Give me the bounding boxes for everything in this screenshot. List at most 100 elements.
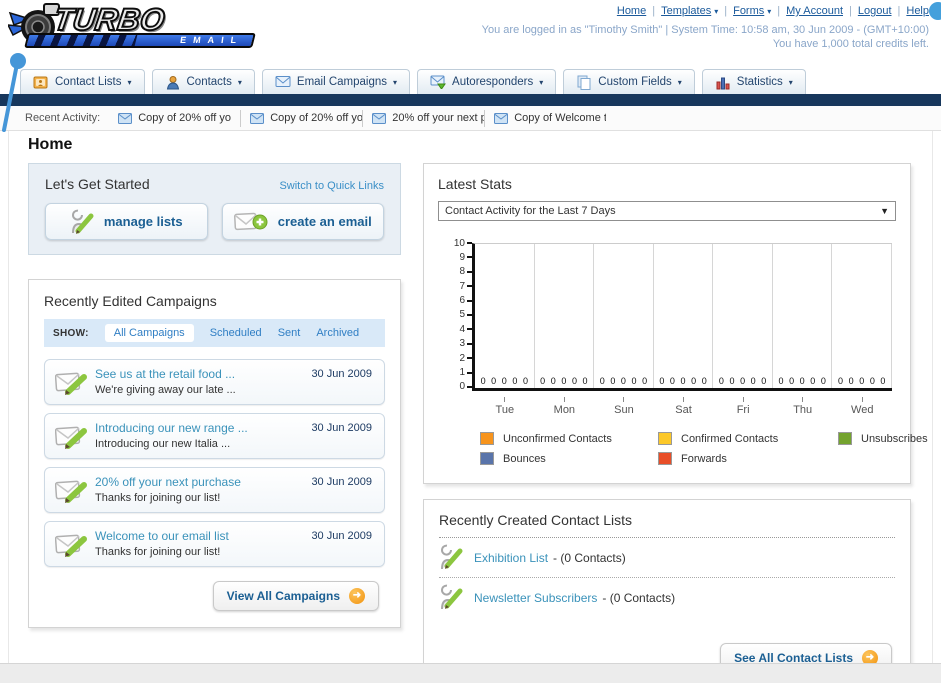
chevron-down-icon: ▼ <box>880 206 889 216</box>
envelope-icon <box>494 112 509 124</box>
recent-activity-item[interactable]: Copy of 20% off yo <box>240 109 362 127</box>
tab-email-campaigns[interactable]: Email Campaigns ▾ <box>261 69 411 94</box>
latest-stats-panel: Latest Stats Contact Activity for the La… <box>423 163 928 484</box>
arrow-right-icon: ➜ <box>349 588 365 604</box>
chart-y-axis: 10 9 8 7 6 5 4 3 2 1 0 <box>446 238 472 392</box>
recent-activity-item[interactable]: Copy of Welcome to <box>484 109 606 127</box>
top-link-my-account[interactable]: My Account <box>786 5 843 17</box>
logo-bar: EMAIL <box>24 33 256 48</box>
legend-swatch <box>480 432 494 445</box>
view-all-campaigns-button[interactable]: View All Campaigns ➜ <box>212 581 379 611</box>
campaign-row[interactable]: See us at the retail food ... We're givi… <box>44 359 385 405</box>
chart-y-tick: 10 <box>446 238 472 249</box>
contact-list-row[interactable]: Exhibition List - (0 Contacts) <box>439 538 895 577</box>
tab-custom-fields[interactable]: Custom Fields ▾ <box>563 69 695 94</box>
footer-strip <box>0 663 941 683</box>
tab-contacts[interactable]: Contacts ▾ <box>151 69 255 94</box>
envelope-pencil-icon <box>54 423 87 455</box>
stats-dropdown-value: Contact Activity for the Last 7 Days <box>445 205 616 217</box>
campaign-row[interactable]: Welcome to our email list Thanks for joi… <box>44 521 385 567</box>
campaign-row[interactable]: 20% off your next purchase Thanks for jo… <box>44 467 385 513</box>
contacts-icon <box>165 75 181 90</box>
campaign-subtitle: Thanks for joining our list! <box>95 546 221 558</box>
filter-all-campaigns[interactable]: All Campaigns <box>104 324 194 342</box>
tab-label: Contacts <box>186 76 232 88</box>
tab-autoresponders[interactable]: Autoresponders ▾ <box>417 69 557 94</box>
chart-x-label: Thu <box>773 397 833 416</box>
recently-created-contact-lists-panel: Recently Created Contact Lists Exhibitio… <box>423 499 911 663</box>
chart-day-group: 00000 <box>773 244 833 388</box>
stats-dropdown[interactable]: Contact Activity for the Last 7 Days ▼ <box>438 201 896 221</box>
filter-sent[interactable]: Sent <box>278 327 301 339</box>
campaign-date: 30 Jun 2009 <box>311 422 372 434</box>
chart-value-label: 0 <box>571 376 577 386</box>
tab-statistics[interactable]: Statistics ▾ <box>701 69 806 94</box>
chart-value-label: 0 <box>718 376 724 386</box>
chart-value-label: 0 <box>848 376 854 386</box>
top-nav: Home | Templates ▾ | Forms ▾ | My Account | Logout… <box>482 5 929 17</box>
recent-activity-bar: Recent Activity: Copy of 20% off yo Copy… <box>0 106 941 131</box>
top-link-templates[interactable]: Templates ▾ <box>661 5 718 17</box>
chart-value-label: 0 <box>799 376 805 386</box>
filter-archived[interactable]: Archived <box>316 327 359 339</box>
tab-contact-lists[interactable]: Contact Lists ▾ <box>20 69 145 94</box>
login-line2: You have 1,000 total credits left. <box>772 38 929 50</box>
legend-swatch <box>658 452 672 465</box>
top-link-help[interactable]: Help <box>906 5 929 17</box>
login-info: You are logged in as "Timothy Smith" | S… <box>482 23 929 51</box>
email-campaigns-icon <box>275 75 291 90</box>
chart-y-tick: 4 <box>446 324 472 335</box>
campaign-date: 30 Jun 2009 <box>311 530 372 542</box>
chart-x-label: Tue <box>475 397 535 416</box>
legend-swatch <box>838 432 852 445</box>
chart-value-label: 0 <box>680 376 686 386</box>
chart-value-label: 0 <box>631 376 637 386</box>
chart-value-label: 0 <box>582 376 588 386</box>
chart-day-group: 00000 <box>832 244 893 388</box>
chart-day-group: 00000 <box>654 244 714 388</box>
logo-subtitle: EMAIL <box>179 35 244 45</box>
filter-scheduled[interactable]: Scheduled <box>210 327 262 339</box>
tab-label: Custom Fields <box>598 76 672 88</box>
chart-value-label: 0 <box>810 376 816 386</box>
statistics-icon <box>715 75 731 90</box>
chart-value-label: 0 <box>701 376 707 386</box>
tab-label: Autoresponders <box>452 76 534 88</box>
contact-list-row[interactable]: Newsletter Subscribers - (0 Contacts) <box>439 578 895 617</box>
chart-value-label: 0 <box>838 376 844 386</box>
chart-day-group: 00000 <box>594 244 654 388</box>
create-email-button[interactable]: create an email <box>221 203 384 240</box>
legend-label: Forwards <box>681 452 727 465</box>
recent-activity-item[interactable]: 20% off your next p <box>362 109 484 127</box>
envelope-icon <box>118 112 133 124</box>
chart-y-tick: 6 <box>446 295 472 306</box>
recent-activity-item[interactable]: Copy of 20% off yo <box>118 110 240 127</box>
top-link-forms[interactable]: Forms ▾ <box>733 5 771 17</box>
contact-list-link[interactable]: Newsletter Subscribers <box>474 591 597 605</box>
chevron-down-icon: ▾ <box>393 77 398 87</box>
campaign-row[interactable]: Introducing our new range ... Introducin… <box>44 413 385 459</box>
legend-swatch <box>480 452 494 465</box>
manage-lists-button[interactable]: manage lists <box>45 203 208 240</box>
activity-item-label: Copy of 20% off yo <box>138 112 231 124</box>
switch-quick-links-link[interactable]: Switch to Quick Links <box>279 180 384 192</box>
chart-value-label: 0 <box>669 376 675 386</box>
legend-swatch <box>658 432 672 445</box>
see-all-contact-lists-button[interactable]: See All Contact Lists ➜ <box>720 643 892 663</box>
separator: | <box>897 5 901 17</box>
create-email-label: create an email <box>277 214 372 229</box>
annotation-dot <box>929 2 941 20</box>
chart-value-label: 0 <box>620 376 626 386</box>
legend-label: Bounces <box>503 452 546 465</box>
top-link-home[interactable]: Home <box>617 5 646 17</box>
page-title: Home <box>28 136 73 153</box>
top-link-logout[interactable]: Logout <box>858 5 892 17</box>
campaign-filter-bar: SHOW: All Campaigns Scheduled Sent Archi… <box>44 319 385 347</box>
campaign-date: 30 Jun 2009 <box>311 368 372 380</box>
custom-fields-icon <box>576 75 592 90</box>
contact-list-link[interactable]: Exhibition List <box>474 551 548 565</box>
chevron-down-icon: ▾ <box>127 77 132 87</box>
chart-y-tick: 5 <box>446 309 472 320</box>
chart-value-label: 0 <box>501 376 507 386</box>
campaign-date: 30 Jun 2009 <box>311 476 372 488</box>
